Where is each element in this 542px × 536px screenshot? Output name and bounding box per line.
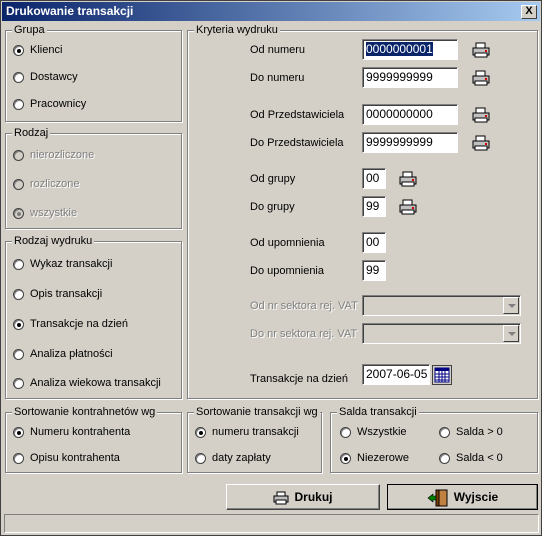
od-sektora-select bbox=[362, 295, 521, 316]
close-button[interactable]: X bbox=[521, 5, 537, 19]
do-upomnienia-input[interactable]: 99 bbox=[362, 260, 386, 281]
printer-icon[interactable] bbox=[399, 199, 417, 215]
label-do-upomnienia: Do upomnienia bbox=[250, 265, 324, 277]
radio-dot bbox=[13, 289, 24, 300]
radio-dot bbox=[13, 72, 24, 83]
wyjscie-button[interactable]: Wyjscie bbox=[387, 484, 538, 510]
radio-dot bbox=[13, 349, 24, 360]
radio-label: Analiza płatności bbox=[30, 348, 113, 360]
print-transactions-window: Drukowanie transakcji X Grupa Klienci Do… bbox=[0, 0, 542, 536]
radio-label: Opisu kontrahenta bbox=[30, 452, 120, 464]
calendar-icon[interactable] bbox=[432, 365, 452, 385]
drukuj-button[interactable]: Drukuj bbox=[226, 484, 380, 510]
transakcje-na-dzien-input[interactable]: 2007-06-05 bbox=[362, 364, 430, 385]
radio-label: Wykaz transakcji bbox=[30, 258, 113, 270]
radio-dot bbox=[13, 208, 24, 219]
od-numeru-input[interactable]: 0000000001 bbox=[362, 39, 458, 60]
printer-icon[interactable] bbox=[472, 135, 490, 151]
label-od-sektora: Od nr sektora rej. VAT bbox=[250, 300, 358, 312]
printer-icon[interactable] bbox=[399, 171, 417, 187]
group-sort-kontrahentow-legend: Sortowanie kontrahnetów wg bbox=[12, 405, 158, 419]
do-przedstawiciela-value: 9999999999 bbox=[366, 135, 433, 149]
radio-label: Niezerowe bbox=[357, 452, 409, 464]
do-grupy-input[interactable]: 99 bbox=[362, 196, 386, 217]
label-od-grupy: Od grupy bbox=[250, 173, 296, 185]
group-rodzaj-wydruku-legend: Rodzaj wydruku bbox=[12, 234, 95, 248]
chevron-down-icon bbox=[503, 325, 519, 342]
radio-label: daty zapłaty bbox=[212, 452, 271, 464]
transakcje-na-dzien-value: 2007-06-05 bbox=[366, 367, 428, 381]
label-od-numeru: Od numeru bbox=[250, 44, 306, 56]
radio-label: Opis transakcji bbox=[30, 288, 103, 300]
do-upomnienia-value: 99 bbox=[366, 263, 380, 277]
radio-label: Wszystkie bbox=[357, 426, 407, 438]
status-bar bbox=[4, 514, 539, 533]
exit-door-icon bbox=[427, 489, 448, 507]
label-od-przedstawiciela: Od Przedstawiciela bbox=[250, 109, 345, 121]
group-salda-legend: Salda transakcji bbox=[337, 405, 419, 419]
do-sektora-select bbox=[362, 323, 521, 344]
do-przedstawiciela-input[interactable]: 9999999999 bbox=[362, 132, 458, 153]
printer-icon[interactable] bbox=[472, 70, 490, 86]
radio-label: Klienci bbox=[30, 44, 63, 56]
radio-dot bbox=[13, 259, 24, 270]
radio-dot bbox=[13, 99, 24, 110]
radio-dot bbox=[195, 427, 206, 438]
group-kryteria-legend: Kryteria wydruku bbox=[194, 23, 280, 37]
od-numeru-value: 0000000001 bbox=[366, 42, 433, 56]
printer-icon[interactable] bbox=[472, 42, 490, 58]
radio-dot bbox=[13, 319, 24, 330]
radio-dot bbox=[13, 427, 24, 438]
radio-label: Salda < 0 bbox=[456, 452, 503, 464]
window-title: Drukowanie transakcji bbox=[6, 4, 134, 18]
radio-label: rozliczone bbox=[30, 178, 80, 190]
label-do-numeru: Do numeru bbox=[250, 72, 305, 84]
od-grupy-input[interactable]: 00 bbox=[362, 168, 386, 189]
group-grupa-legend: Grupa bbox=[12, 23, 47, 37]
radio-dot bbox=[13, 45, 24, 56]
od-upomnienia-input[interactable]: 00 bbox=[362, 232, 386, 253]
od-przedstawiciela-input[interactable]: 0000000000 bbox=[362, 104, 458, 125]
radio-dot bbox=[340, 453, 351, 464]
od-grupy-value: 00 bbox=[366, 171, 380, 185]
title-bar: Drukowanie transakcji X bbox=[2, 2, 540, 21]
group-sort-transakcji-legend: Sortowanie transakcji wg bbox=[194, 405, 320, 419]
radio-dot bbox=[439, 427, 450, 438]
group-rodzaj-legend: Rodzaj bbox=[12, 126, 51, 140]
od-upomnienia-value: 00 bbox=[366, 235, 380, 249]
radio-label: Numeru kontrahenta bbox=[30, 426, 131, 438]
do-numeru-input[interactable]: 9999999999 bbox=[362, 67, 458, 88]
radio-dot bbox=[13, 453, 24, 464]
label-do-grupy: Do grupy bbox=[250, 201, 295, 213]
radio-label: numeru transakcji bbox=[212, 426, 299, 438]
radio-dot bbox=[13, 179, 24, 190]
do-grupy-value: 99 bbox=[366, 199, 380, 213]
printer-icon bbox=[273, 491, 289, 505]
radio-dot bbox=[13, 150, 24, 161]
radio-label: nierozliczone bbox=[30, 149, 95, 161]
radio-label: Salda > 0 bbox=[456, 426, 503, 438]
drukuj-label: Drukuj bbox=[294, 490, 333, 504]
wyjscie-label: Wyjscie bbox=[453, 490, 499, 504]
radio-dot bbox=[13, 378, 24, 389]
radio-dot bbox=[439, 453, 450, 464]
radio-label: Analiza wiekowa transakcji bbox=[30, 377, 161, 389]
label-do-sektora: Do nr sektora rej. VAT bbox=[250, 328, 358, 340]
do-numeru-value: 9999999999 bbox=[366, 70, 433, 84]
radio-dot bbox=[195, 453, 206, 464]
printer-icon[interactable] bbox=[472, 107, 490, 123]
od-przedstawiciela-value: 0000000000 bbox=[366, 107, 433, 121]
radio-dot bbox=[340, 427, 351, 438]
label-transakcje-na-dzien: Transakcje na dzień bbox=[250, 373, 349, 385]
chevron-down-icon bbox=[503, 297, 519, 314]
radio-label: Dostawcy bbox=[30, 71, 78, 83]
radio-label: wszystkie bbox=[30, 207, 78, 219]
radio-label: Transakcje na dzień bbox=[30, 318, 129, 330]
label-do-przedstawiciela: Do Przedstawiciela bbox=[250, 137, 344, 149]
label-od-upomnienia: Od upomnienia bbox=[250, 237, 325, 249]
radio-label: Pracownicy bbox=[30, 98, 87, 110]
